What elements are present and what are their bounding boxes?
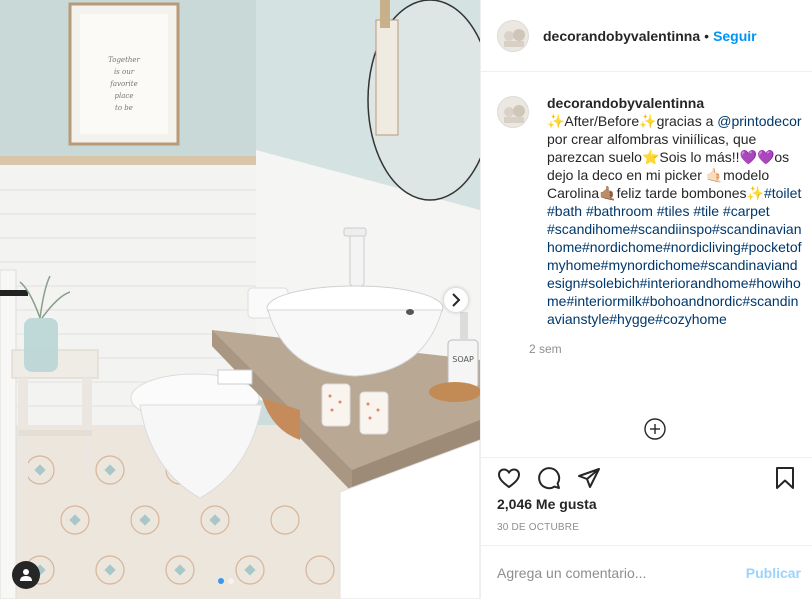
comments-section: decorandobyvalentinna ✨After/Before✨grac… [481,72,812,458]
svg-text:is our: is our [114,68,135,76]
svg-text:Together: Together [108,56,140,64]
caption-link[interactable]: #tiles [657,203,690,219]
caption-link[interactable]: #toilet [764,185,801,201]
paper-plane-icon [578,468,600,488]
post-photo[interactable]: Together is our favorite place to be SOA… [0,0,480,599]
avatar-image [498,97,528,127]
comment-button[interactable] [537,466,561,490]
caption-text: por crear alfombras viniílicas, que pare… [547,131,790,201]
caption-link[interactable]: #bath [547,203,582,219]
save-button[interactable] [773,466,797,490]
caption-avatar[interactable] [497,96,529,128]
caption-link[interactable]: @printodecor [717,113,801,129]
publish-button[interactable]: Publicar [746,565,801,581]
avatar-image [498,20,528,51]
svg-text:favorite: favorite [109,80,137,88]
post-panel: decorandobyvalentinna • Seguir decorando… [480,0,812,599]
bookmark-icon [776,467,794,489]
bathroom-image: Together is our favorite place to be SOA… [0,0,480,599]
tagged-users-button[interactable] [12,561,40,589]
post-date[interactable]: 30 DE OCTUBRE [497,522,579,533]
follow-button[interactable]: Seguir [713,28,757,44]
comment-input[interactable] [497,564,746,581]
heart-icon [497,468,521,489]
caption-link[interactable]: #carpet [723,203,770,219]
post-header: decorandobyvalentinna • Seguir [481,0,812,72]
comment-form: Publicar [481,545,812,599]
caption-username[interactable]: decorandobyvalentinna [547,95,704,111]
like-button[interactable] [497,466,521,490]
carousel-indicator [218,578,234,584]
caption-link[interactable]: #scandihome#scandiinspo#scandinavianhome… [547,221,802,327]
avatar[interactable] [497,19,529,52]
carousel-dot-active [218,578,224,584]
separator: • [704,27,710,44]
svg-text:to be: to be [115,104,133,112]
likes-count[interactable]: 2,046 Me gusta [497,496,597,512]
svg-text:SOAP: SOAP [452,355,474,364]
carousel-dot [228,578,234,584]
caption-link[interactable]: #bathroom [586,203,653,219]
load-more-comments-button[interactable] [644,418,666,440]
username[interactable]: decorandobyvalentinna [543,28,700,44]
caption-body: ✨After/Before✨gracias a @printodecor por… [547,113,802,327]
caption-text: ✨After/Before✨gracias a [547,113,718,129]
caption-row: decorandobyvalentinna ✨After/Before✨grac… [497,94,803,356]
user-icon [20,569,32,581]
next-photo-button[interactable] [444,288,468,312]
plus-circle-icon [644,418,666,440]
chevron-right-icon [452,293,461,307]
caption-link[interactable]: #tile [693,203,719,219]
svg-text:place: place [115,92,134,100]
caption: decorandobyvalentinna ✨After/Before✨grac… [547,94,803,328]
action-bar [481,458,812,498]
share-button[interactable] [577,466,601,490]
comment-icon [538,467,561,490]
time-ago[interactable]: 2 sem [529,342,803,356]
